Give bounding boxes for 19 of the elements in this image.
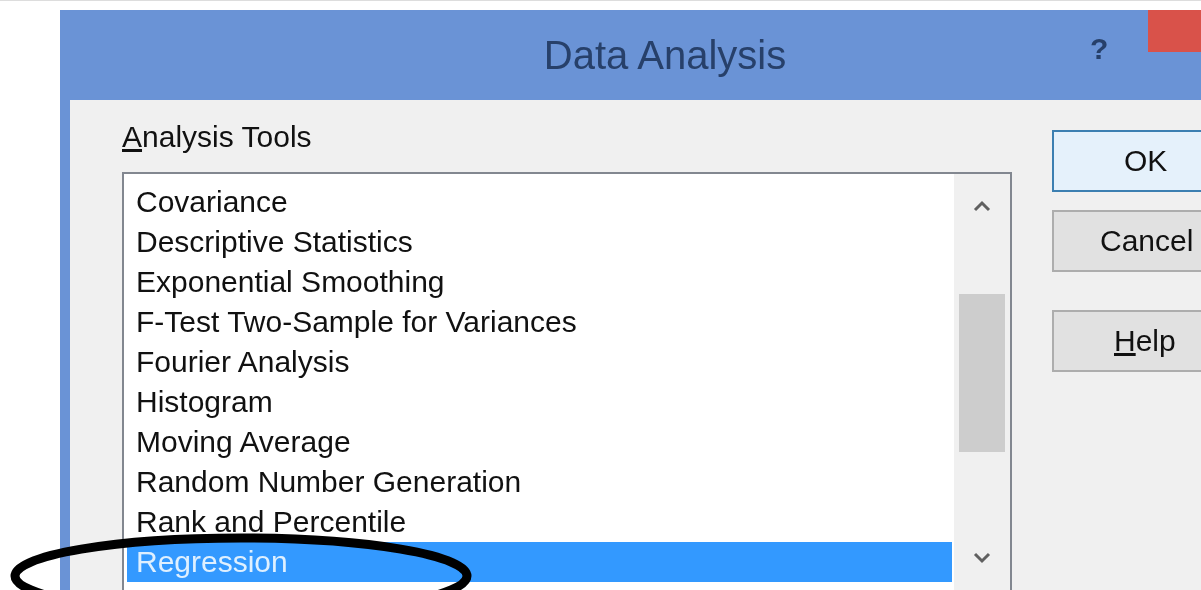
dialog-button[interactable]: Cancel bbox=[1052, 210, 1201, 272]
list-item[interactable]: Descriptive Statistics bbox=[127, 222, 952, 262]
list-label: Analysis Tools bbox=[122, 120, 312, 154]
dialog-button[interactable]: Help bbox=[1052, 310, 1201, 372]
scrollbar[interactable] bbox=[954, 174, 1010, 590]
tools-listbox[interactable]: Covariance Descriptive Statistics Exponential Smoothing F-Test Two-Sample for Variances Fourier Analysis Histogram Moving Average Random Number Generation Rank and Percentile Regression bbox=[122, 172, 1012, 590]
scroll-up-icon[interactable] bbox=[973, 200, 991, 212]
list-item[interactable]: Rank and Percentile bbox=[127, 502, 952, 542]
list-item[interactable]: F-Test Two-Sample for Variances bbox=[127, 302, 952, 342]
list-item[interactable]: Histogram bbox=[127, 382, 952, 422]
list-item[interactable]: Exponential Smoothing bbox=[127, 262, 952, 302]
list-item[interactable]: Fourier Analysis bbox=[127, 342, 952, 382]
scroll-down-icon[interactable] bbox=[973, 552, 991, 564]
dialog-button[interactable]: OK bbox=[1052, 130, 1201, 192]
list-item[interactable]: Covariance bbox=[127, 182, 952, 222]
scroll-thumb[interactable] bbox=[959, 294, 1005, 452]
window-title: Data Analysis bbox=[542, 32, 787, 78]
list-item[interactable]: Moving Average bbox=[127, 422, 952, 462]
list-item[interactable]: Random Number Generation bbox=[127, 462, 952, 502]
